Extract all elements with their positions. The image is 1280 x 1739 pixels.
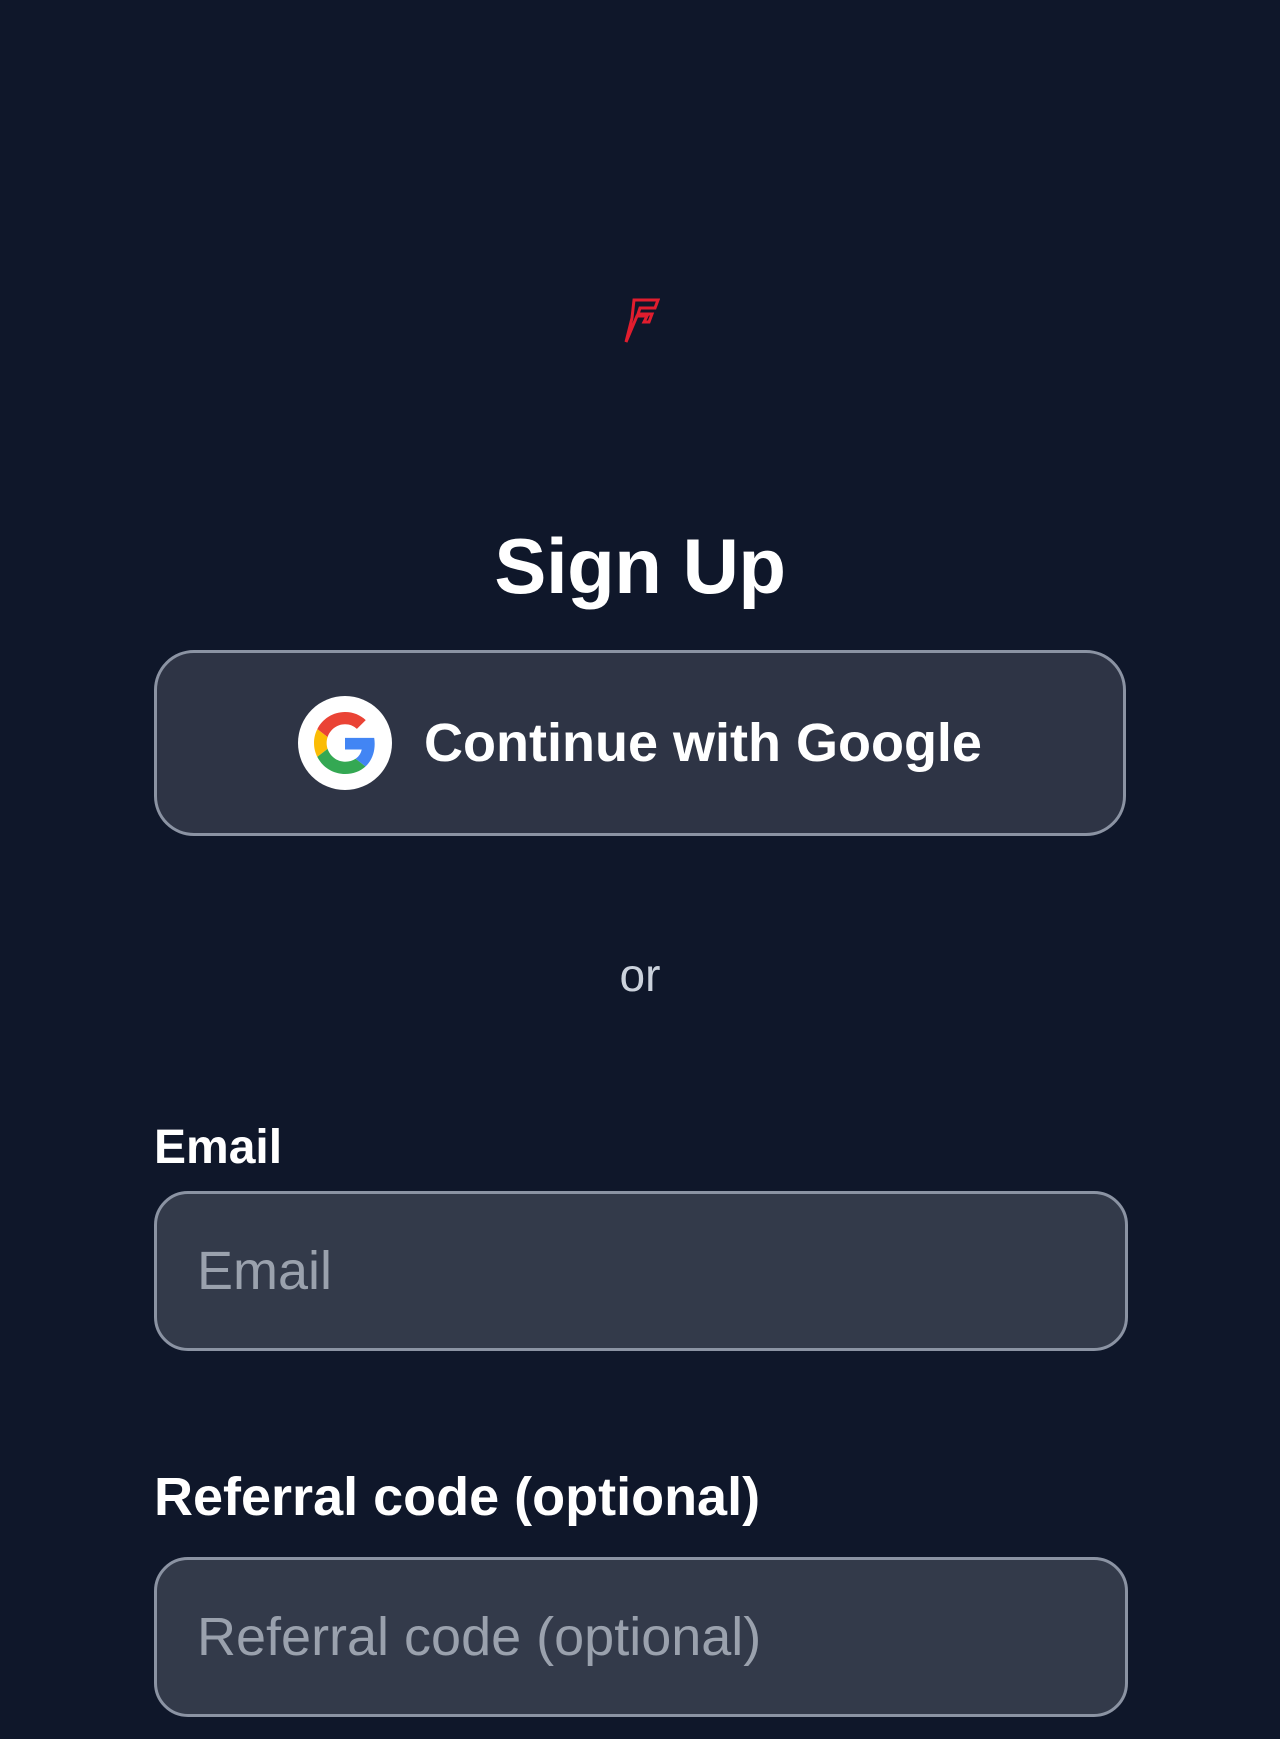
email-input[interactable] bbox=[154, 1191, 1128, 1351]
email-label: Email bbox=[154, 1121, 283, 1174]
referral-code-input[interactable] bbox=[154, 1557, 1128, 1717]
divider-or: or bbox=[619, 949, 661, 1001]
page-title: Sign Up bbox=[494, 522, 786, 610]
continue-with-google-button[interactable]: Continue with Google bbox=[154, 650, 1126, 836]
referral-code-label: Referral code (optional) bbox=[154, 1467, 761, 1527]
f-logo-icon bbox=[620, 296, 661, 346]
google-button-label: Continue with Google bbox=[424, 713, 982, 773]
google-icon bbox=[298, 696, 393, 790]
signup-page: Sign Up Continue with Google or Email Re… bbox=[0, 0, 1280, 1739]
